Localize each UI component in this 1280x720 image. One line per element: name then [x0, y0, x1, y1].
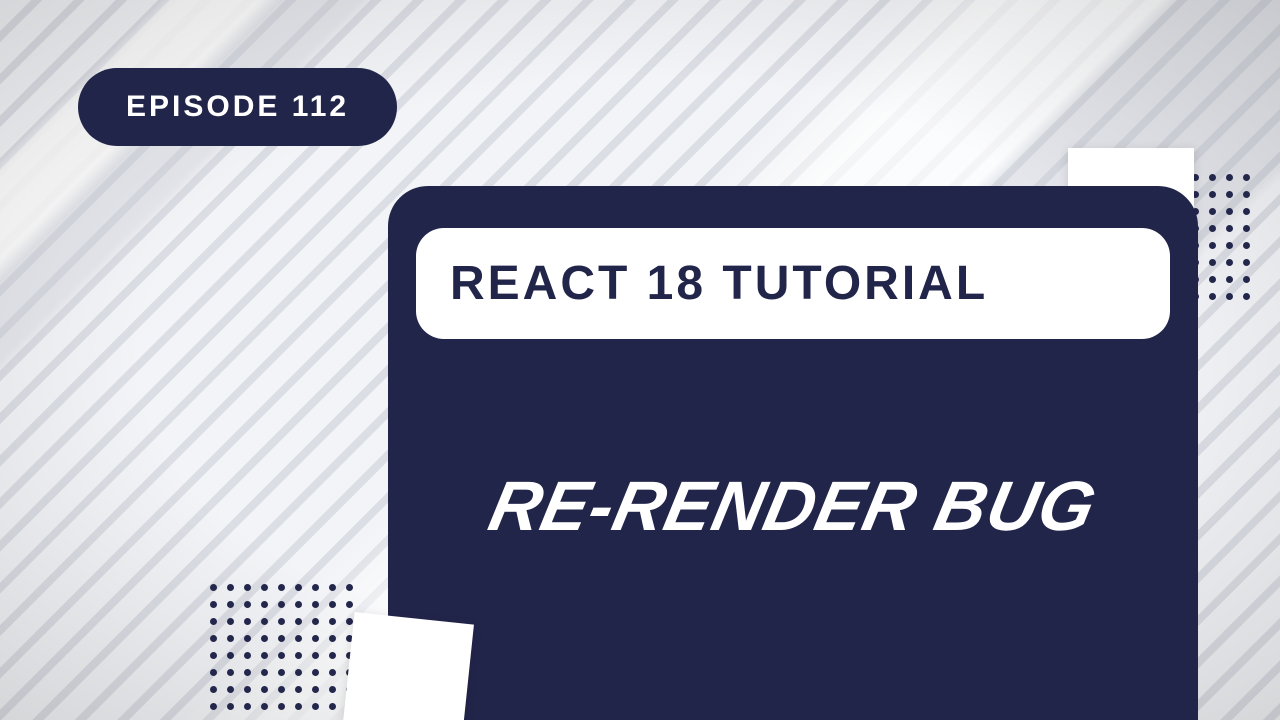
tutorial-title-bar: REACT 18 TUTORIAL [416, 228, 1170, 339]
subtitle-text: RE-RENDER BUG [482, 466, 1103, 546]
main-card: REACT 18 TUTORIAL RE-RENDER BUG [388, 186, 1198, 720]
tutorial-title-text: REACT 18 TUTORIAL [450, 257, 988, 310]
dot-grid-bottom-left [210, 584, 353, 710]
episode-badge: EPISODE 112 [78, 68, 397, 146]
decorative-square-bottom-left [342, 612, 474, 720]
episode-text: EPISODE 112 [126, 90, 349, 123]
